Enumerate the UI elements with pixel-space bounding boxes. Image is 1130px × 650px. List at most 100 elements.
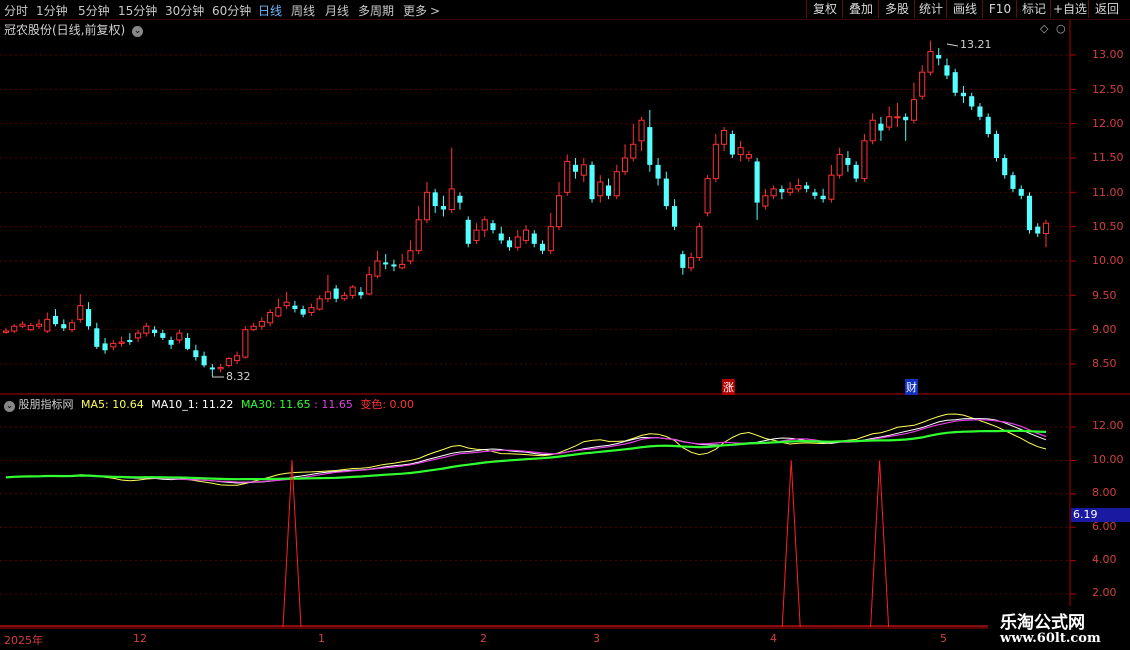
candle-body-up bbox=[762, 195, 769, 207]
candle-body-down bbox=[432, 192, 438, 207]
candle-body-down bbox=[754, 161, 760, 203]
candle-body-up bbox=[407, 250, 414, 262]
candle-body-down bbox=[605, 185, 612, 196]
candle-body-up bbox=[349, 286, 356, 296]
candle-body-down bbox=[506, 240, 513, 248]
candle-body-down bbox=[952, 72, 958, 93]
low-price-label: 8.32 bbox=[226, 370, 251, 383]
candle-body-down bbox=[300, 309, 306, 315]
candle-body-up bbox=[869, 119, 876, 142]
candle-body-down bbox=[391, 264, 397, 267]
candle-body-down bbox=[1002, 158, 1008, 176]
candle-body-down bbox=[333, 288, 339, 299]
candle-body-down bbox=[680, 254, 686, 268]
indicator-tick: 4.00 bbox=[1092, 553, 1117, 566]
candle-body-down bbox=[1035, 226, 1041, 234]
chevron-down-icon[interactable]: ⌄ bbox=[4, 401, 15, 412]
indicator-name: 股朋指标网 bbox=[18, 398, 74, 411]
price-tick: 8.50 bbox=[1092, 357, 1117, 370]
time-tick: 1 bbox=[318, 632, 325, 645]
ma5-line bbox=[5, 413, 1047, 486]
candle-body-down bbox=[1026, 195, 1033, 231]
bianse-value: 变色: 0.00 bbox=[360, 398, 415, 411]
candle-body-up bbox=[118, 341, 125, 344]
candle-body-down bbox=[160, 333, 166, 338]
candle-body-down bbox=[102, 343, 108, 351]
candle-body-down bbox=[457, 195, 463, 203]
candle-body-down bbox=[127, 339, 133, 343]
candle-body-up bbox=[250, 325, 257, 331]
candle-body-up bbox=[415, 219, 422, 252]
candle-body-up bbox=[1042, 222, 1050, 235]
candle-body-up bbox=[374, 260, 381, 277]
time-tick: 4 bbox=[770, 632, 777, 645]
watermark: 乐淘公式网 www.60lt.com bbox=[988, 606, 1130, 650]
candle-body-up bbox=[836, 154, 843, 176]
candle-body-down bbox=[383, 262, 389, 265]
candle-body-up bbox=[275, 307, 282, 317]
price-tick: 12.00 bbox=[1092, 117, 1124, 130]
candle-body-up bbox=[704, 178, 711, 214]
candle-body-down bbox=[201, 355, 207, 366]
candle-body-up bbox=[638, 119, 645, 142]
zhang-marker[interactable]: 涨 bbox=[722, 379, 735, 395]
candle-body-down bbox=[52, 315, 59, 325]
candle-body-up bbox=[35, 323, 43, 327]
candle-body-down bbox=[1018, 188, 1024, 196]
candle-body-down bbox=[812, 192, 818, 196]
candle-body-down bbox=[936, 55, 942, 59]
price-tick: 11.00 bbox=[1092, 186, 1124, 199]
candle-body-up bbox=[217, 366, 224, 370]
signal-spike bbox=[781, 460, 801, 628]
candle-body-down bbox=[647, 127, 653, 165]
time-tick: 2025年 bbox=[4, 634, 43, 647]
candle-body-down bbox=[152, 329, 158, 334]
ma10-value: MA10_1: 11.22 bbox=[151, 398, 234, 411]
ma30-value: MA30: 11.65 bbox=[240, 398, 311, 411]
candle-body-down bbox=[465, 219, 471, 244]
candle-body-up bbox=[44, 318, 51, 332]
candle-body-down bbox=[193, 350, 199, 358]
candle-body-down bbox=[589, 164, 595, 200]
candle-body-down bbox=[944, 65, 950, 76]
candle-body-up bbox=[399, 263, 406, 269]
cai-marker[interactable]: 财 bbox=[905, 379, 918, 395]
candle-body-down bbox=[539, 243, 546, 251]
candle-body-up bbox=[316, 298, 323, 310]
candle-body-up bbox=[861, 140, 868, 180]
candle-body-down bbox=[729, 133, 735, 155]
indicator-tick: 2.00 bbox=[1092, 586, 1117, 599]
candle-body-up bbox=[11, 325, 18, 332]
candle-body-up bbox=[787, 188, 794, 193]
candle-body-up bbox=[308, 307, 315, 313]
candle-body-up bbox=[366, 274, 373, 295]
high-price-label: 13.21 bbox=[960, 38, 992, 51]
candle-body-up bbox=[580, 164, 587, 176]
ma10-purple-line bbox=[5, 419, 1047, 483]
candle-body-up bbox=[910, 99, 917, 121]
candle-body-up bbox=[770, 188, 777, 197]
candle-body-up bbox=[688, 257, 695, 269]
candle-body-up bbox=[27, 325, 34, 331]
candle-body-down bbox=[663, 178, 669, 207]
candle-body-up bbox=[19, 323, 26, 327]
price-tick: 12.50 bbox=[1092, 83, 1124, 96]
time-tick: 3 bbox=[593, 632, 600, 645]
ma5-value: MA5: 10.64 bbox=[81, 398, 144, 411]
candle-body-down bbox=[85, 309, 92, 327]
candle-body-up bbox=[555, 195, 563, 228]
candle-body-up bbox=[547, 226, 554, 252]
candle-body-down bbox=[853, 164, 859, 179]
candle-body-down bbox=[358, 291, 364, 296]
signal-spike bbox=[870, 460, 890, 628]
price-tick: 13.00 bbox=[1092, 48, 1124, 61]
time-tick: 2 bbox=[480, 632, 487, 645]
candle-body-down bbox=[572, 164, 579, 172]
candle-body-down bbox=[440, 206, 447, 210]
watermark-title: 乐淘公式网 bbox=[1000, 613, 1085, 633]
candle-body-up bbox=[522, 229, 530, 241]
candle-body-down bbox=[993, 133, 1000, 158]
candle-body-up bbox=[795, 184, 802, 190]
candle-body-up bbox=[423, 191, 431, 221]
candle-body-down bbox=[490, 223, 496, 231]
